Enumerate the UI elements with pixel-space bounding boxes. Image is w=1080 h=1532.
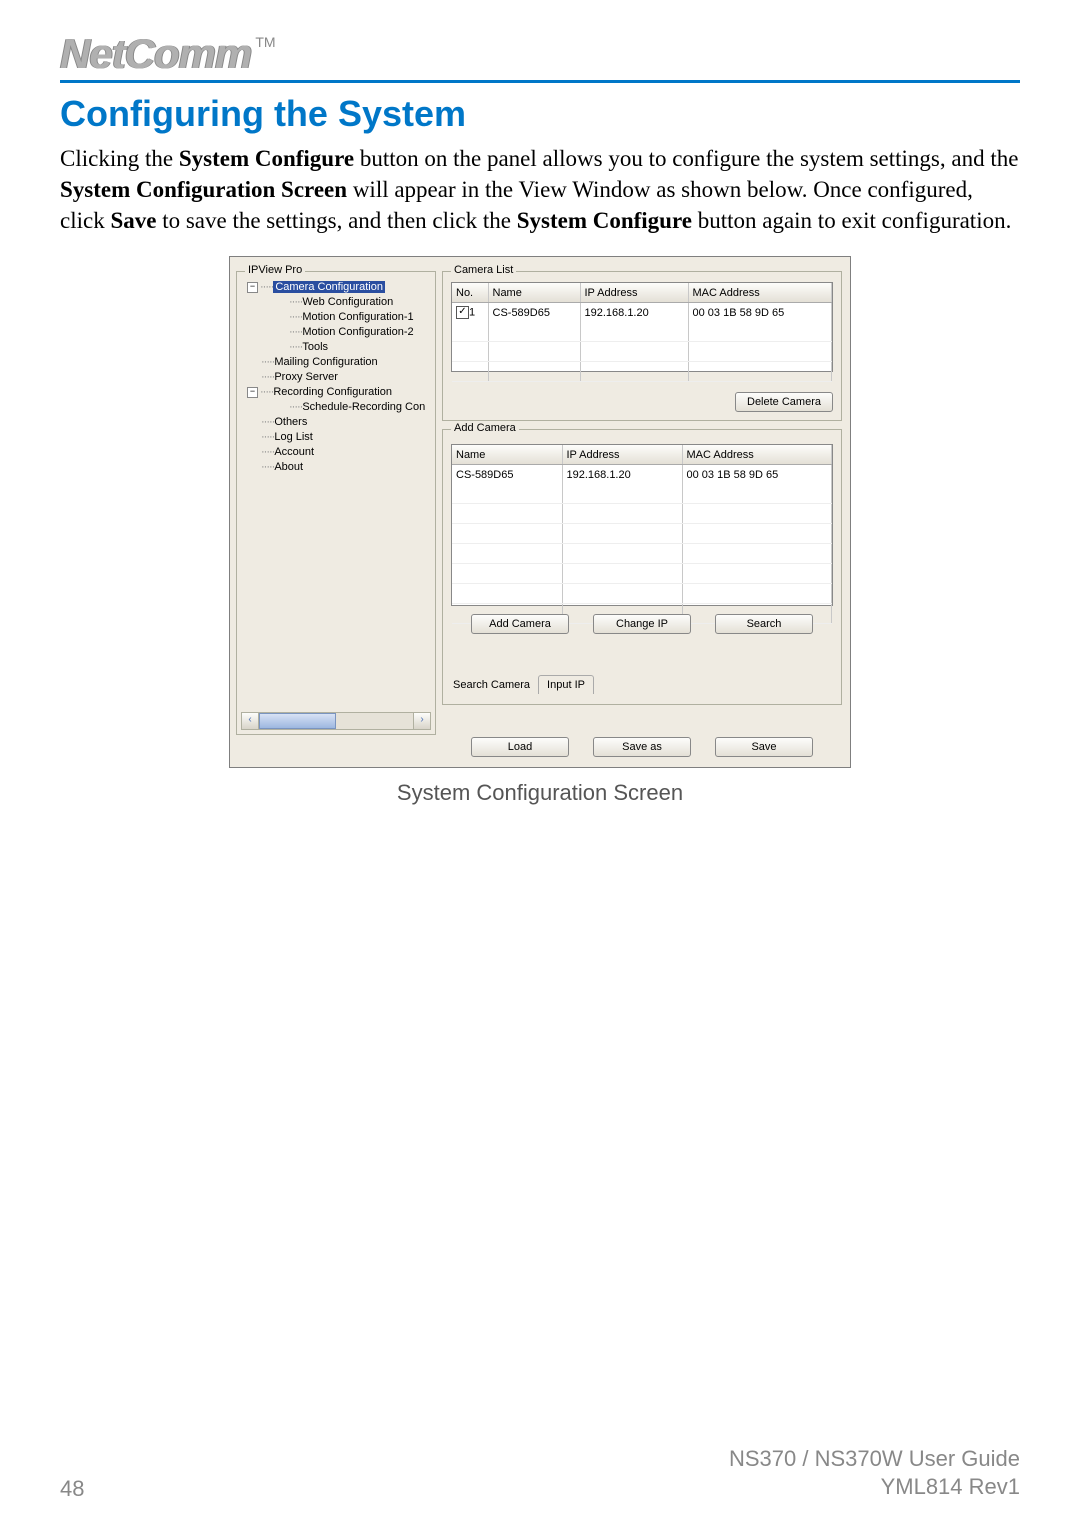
screenshot-caption: System Configuration Screen (60, 780, 1020, 806)
table-header-row: No. Name IP Address MAC Address (452, 283, 832, 303)
load-button[interactable]: Load (471, 737, 569, 757)
page-footer: 48 NS370 / NS370W User Guide YML814 Rev1 (60, 1445, 1020, 1502)
camera-list-legend: Camera List (451, 264, 516, 276)
tree-connector-icon: ····· (261, 371, 274, 383)
tree-connector-icon: ····· (289, 326, 302, 338)
save-button[interactable]: Save (715, 737, 813, 757)
table-row[interactable]: ✓1 CS-589D65 192.168.1.20 00 03 1B 58 9D… (452, 303, 832, 323)
tree-item[interactable]: ·····Log List (241, 430, 431, 445)
table-row[interactable]: CS-589D65 192.168.1.20 00 03 1B 58 9D 65 (452, 465, 832, 485)
col-no[interactable]: No. (452, 283, 488, 303)
tree-item[interactable]: −·····Camera Configuration (241, 280, 431, 295)
tree-item[interactable]: ·····Proxy Server (241, 370, 431, 385)
add-camera-grid[interactable]: Name IP Address MAC Address CS-589D65 19… (451, 444, 833, 606)
tree-item[interactable]: ·····Tools (241, 340, 431, 355)
tree-legend: IPView Pro (245, 264, 305, 276)
add-camera-button[interactable]: Add Camera (471, 614, 569, 634)
page-number: 48 (60, 1476, 84, 1502)
tree-item[interactable]: ·····Others (241, 415, 431, 430)
scroll-left-arrow-icon[interactable]: ‹ (242, 713, 259, 729)
tree-item-label: Others (274, 416, 307, 428)
tree-connector-icon: ····· (261, 356, 274, 368)
tree-item-label: Mailing Configuration (274, 356, 377, 368)
scroll-thumb[interactable] (259, 713, 336, 729)
tree-item[interactable]: ·····About (241, 460, 431, 475)
tree-expander-icon[interactable]: − (247, 282, 258, 293)
scroll-track[interactable] (259, 713, 413, 729)
col-ip[interactable]: IP Address (562, 445, 682, 465)
search-button[interactable]: Search (715, 614, 813, 634)
tree-connector-icon: ····· (261, 431, 274, 443)
tree-panel: IPView Pro −·····Camera Configuration···… (236, 271, 436, 735)
footer-rev: YML814 Rev1 (729, 1473, 1020, 1502)
col-name[interactable]: Name (488, 283, 580, 303)
camera-list-panel: Camera List No. Name IP Address MAC Addr… (442, 271, 842, 421)
tree-item-label: About (274, 461, 303, 473)
search-camera-tab-label: Search Camera (453, 679, 530, 691)
tree-connector-icon: ····· (261, 461, 274, 473)
tree-item-label: Web Configuration (302, 296, 393, 308)
tree-item-label: Motion Configuration-1 (302, 311, 413, 323)
tree-connector-icon: ····· (289, 311, 302, 323)
change-ip-button[interactable]: Change IP (593, 614, 691, 634)
add-camera-panel: Add Camera Name IP Address MAC Address C… (442, 429, 842, 705)
tree-item[interactable]: ·····Motion Configuration-1 (241, 310, 431, 325)
tree-connector-icon: ····· (261, 446, 274, 458)
tree-connector-icon: ····· (260, 281, 273, 293)
footer-guide: NS370 / NS370W User Guide (729, 1445, 1020, 1474)
tree-item-label: Tools (302, 341, 328, 353)
intro-paragraph: Clicking the System Configure button on … (60, 143, 1020, 236)
col-ip[interactable]: IP Address (580, 283, 688, 303)
scroll-right-arrow-icon[interactable]: › (413, 713, 430, 729)
save-as-button[interactable]: Save as (593, 737, 691, 757)
col-name[interactable]: Name (452, 445, 562, 465)
tree-item-label: Log List (274, 431, 313, 443)
row-checkbox-icon[interactable]: ✓ (456, 306, 469, 319)
tree-item-label: Recording Configuration (273, 386, 392, 398)
tree-expander-icon[interactable]: − (247, 387, 258, 398)
tree-item-label: Motion Configuration-2 (302, 326, 413, 338)
system-config-screenshot: IPView Pro −·····Camera Configuration···… (229, 256, 851, 768)
tree-item-label: Account (274, 446, 314, 458)
tree-connector-icon: ····· (260, 386, 273, 398)
tree-item[interactable]: ·····Web Configuration (241, 295, 431, 310)
brand-name: NetComm (60, 30, 251, 78)
tree-item[interactable]: ·····Schedule-Recording Con (241, 400, 431, 415)
tree-item-label: Schedule-Recording Con (302, 401, 425, 413)
col-mac[interactable]: MAC Address (688, 283, 832, 303)
page-title: Configuring the System (60, 93, 1020, 135)
add-camera-legend: Add Camera (451, 422, 519, 434)
bottom-button-row: Load Save as Save (442, 737, 842, 757)
col-mac[interactable]: MAC Address (682, 445, 832, 465)
tree-item-label: Proxy Server (274, 371, 338, 383)
tree-item[interactable]: ·····Account (241, 445, 431, 460)
table-header-row: Name IP Address MAC Address (452, 445, 832, 465)
delete-camera-button[interactable]: Delete Camera (735, 392, 833, 412)
tab-input-ip[interactable]: Input IP (538, 675, 594, 694)
brand-tm: TM (255, 34, 275, 50)
tree-connector-icon: ····· (289, 401, 302, 413)
tree-item[interactable]: −·····Recording Configuration (241, 385, 431, 400)
tree-horizontal-scrollbar[interactable]: ‹ › (241, 712, 431, 730)
tree-connector-icon: ····· (261, 416, 274, 428)
header-rule (60, 80, 1020, 83)
tree-view[interactable]: −·····Camera Configuration·····Web Confi… (241, 280, 431, 710)
tree-connector-icon: ····· (289, 296, 302, 308)
tree-item-label: Camera Configuration (273, 281, 385, 293)
tree-item[interactable]: ·····Mailing Configuration (241, 355, 431, 370)
camera-list-grid[interactable]: No. Name IP Address MAC Address ✓1 CS-58… (451, 282, 833, 372)
tree-item[interactable]: ·····Motion Configuration-2 (241, 325, 431, 340)
tree-connector-icon: ····· (289, 341, 302, 353)
brand-logo: NetComm TM (60, 30, 1020, 80)
